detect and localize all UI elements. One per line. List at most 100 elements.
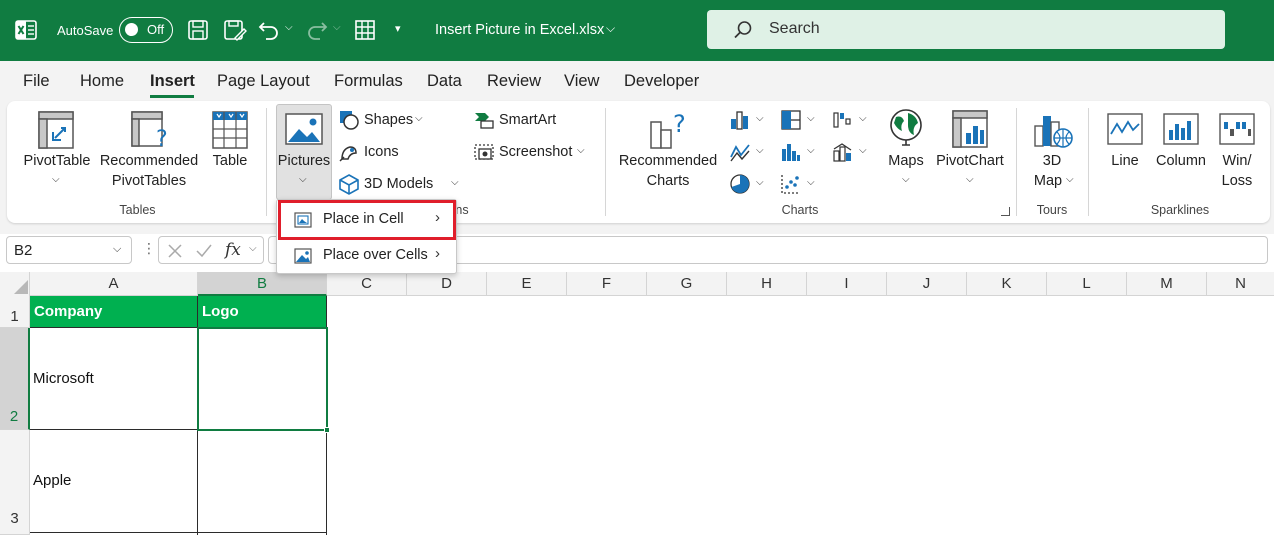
shapes-label[interactable]: Shapes [364, 110, 413, 130]
maps-icon[interactable] [888, 107, 924, 147]
column-header-n[interactable]: N [1207, 272, 1274, 296]
cell-b1[interactable]: Logo [198, 296, 327, 328]
sparkline-winloss-label-2[interactable]: Loss [1214, 171, 1260, 191]
sparkline-line-icon[interactable] [1106, 112, 1144, 146]
save-icon[interactable] [187, 19, 209, 41]
column-header-m[interactable]: M [1127, 272, 1207, 296]
column-header-e[interactable]: E [487, 272, 567, 296]
tab-page-layout[interactable]: Page Layout [217, 72, 310, 91]
column-header-l[interactable]: L [1047, 272, 1127, 296]
undo-icon[interactable] [258, 19, 280, 41]
undo-chevron-icon[interactable]: ⌵ [285, 22, 293, 33]
screenshot-label[interactable]: Screenshot [499, 142, 572, 162]
line-chart-chevron-icon[interactable]: ⌵ [756, 145, 764, 156]
cell-a1[interactable]: Company [30, 296, 198, 328]
column-header-g[interactable]: G [647, 272, 727, 296]
waterfall-chart-chevron-icon[interactable]: ⌵ [859, 113, 867, 124]
recommended-charts-icon[interactable]: ? [649, 108, 691, 150]
pivottable-icon[interactable] [37, 110, 75, 150]
column-header-d[interactable]: D [407, 272, 487, 296]
file-name[interactable]: Insert Picture in Excel.xlsx [435, 22, 604, 38]
pie-chart-chevron-icon[interactable]: ⌵ [756, 177, 764, 188]
enter-icon[interactable] [195, 243, 213, 259]
combo-chart-chevron-icon[interactable]: ⌵ [859, 145, 867, 156]
tab-review[interactable]: Review [487, 72, 541, 91]
recommended-charts-label-1[interactable]: Recommended [614, 151, 722, 171]
cancel-icon[interactable] [167, 243, 183, 259]
column-header-c[interactable]: C [327, 272, 407, 296]
3d-map-icon[interactable] [1033, 108, 1075, 150]
statistic-chart-chevron-icon[interactable]: ⌵ [807, 145, 815, 156]
cell-b3[interactable] [198, 430, 327, 535]
cell-a2[interactable]: Microsoft [30, 328, 198, 430]
column-header-b[interactable]: B [198, 272, 327, 296]
tab-data[interactable]: Data [427, 72, 462, 91]
pivotchart-label[interactable]: PivotChart [933, 151, 1007, 171]
tab-insert[interactable]: Insert [150, 72, 195, 91]
sparkline-column-icon[interactable] [1162, 112, 1200, 146]
3d-models-label[interactable]: 3D Models [364, 174, 433, 194]
place-over-cells-item[interactable]: Place over Cells › [277, 239, 458, 273]
waterfall-chart-icon[interactable] [832, 109, 854, 131]
3d-models-icon[interactable] [338, 173, 360, 195]
sparkline-column-label[interactable]: Column [1152, 151, 1210, 171]
smartart-icon[interactable] [473, 109, 495, 131]
row-header-1[interactable]: 1 [0, 296, 30, 328]
row-header-2[interactable]: 2 [0, 328, 30, 430]
maps-label[interactable]: Maps [879, 151, 933, 171]
shapes-chevron-icon[interactable]: ⌵ [415, 113, 423, 124]
pie-chart-icon[interactable] [729, 173, 751, 195]
table-icon[interactable] [211, 110, 249, 150]
tab-formulas[interactable]: Formulas [334, 72, 403, 91]
recommended-charts-label-2[interactable]: Charts [614, 171, 722, 191]
statistic-chart-icon[interactable] [780, 141, 802, 163]
drag-handle-icon[interactable]: ⋮ [142, 240, 156, 257]
sparkline-winloss-label-1[interactable]: Win/ [1214, 151, 1260, 171]
redo-icon[interactable] [306, 19, 328, 41]
fx-chevron-icon[interactable]: ⌵ [249, 243, 257, 254]
table-label[interactable]: Table [205, 151, 255, 171]
line-chart-icon[interactable] [729, 141, 751, 163]
sparkline-line-label[interactable]: Line [1100, 151, 1150, 171]
screenshot-icon[interactable] [473, 141, 495, 163]
pivottable-chevron-icon[interactable]: ⌵ [52, 174, 60, 185]
icons-icon[interactable] [338, 141, 360, 163]
column-header-f[interactable]: F [567, 272, 647, 296]
3d-map-label-2[interactable]: Map [1026, 171, 1070, 191]
charts-dialog-launcher-icon[interactable] [1001, 207, 1010, 216]
redo-chevron-icon[interactable]: ⌵ [333, 22, 341, 33]
smartart-label[interactable]: SmartArt [499, 110, 556, 130]
save-as-icon[interactable] [223, 19, 247, 41]
search-box[interactable]: Search [707, 10, 1225, 49]
row-header-3[interactable]: 3 [0, 430, 30, 535]
fill-handle[interactable] [324, 427, 330, 433]
column-header-i[interactable]: I [807, 272, 887, 296]
column-header-k[interactable]: K [967, 272, 1047, 296]
tab-view[interactable]: View [564, 72, 599, 91]
column-chart-icon[interactable] [729, 109, 751, 131]
recommended-pivottables-icon[interactable]: ? [130, 110, 172, 150]
3d-map-chevron-icon[interactable]: ⌵ [1066, 174, 1074, 185]
hierarchy-chart-chevron-icon[interactable]: ⌵ [807, 113, 815, 124]
recommended-pivottables-label-2[interactable]: PivotTables [96, 171, 202, 191]
3d-models-chevron-icon[interactable]: ⌵ [451, 177, 459, 188]
pivottable-label[interactable]: PivotTable [22, 151, 92, 171]
table-grid-icon[interactable] [354, 19, 376, 41]
column-header-h[interactable]: H [727, 272, 807, 296]
scatter-chart-chevron-icon[interactable]: ⌵ [807, 177, 815, 188]
sparkline-winloss-icon[interactable] [1218, 112, 1256, 146]
select-all-corner[interactable] [0, 272, 30, 296]
cell-a3[interactable]: Apple [30, 430, 198, 535]
name-box[interactable]: B2 ⌵ [6, 236, 132, 264]
pivotchart-icon[interactable] [951, 109, 989, 149]
hierarchy-chart-icon[interactable] [780, 109, 802, 131]
scatter-chart-icon[interactable] [780, 173, 802, 195]
column-chart-chevron-icon[interactable]: ⌵ [756, 113, 764, 124]
combo-chart-icon[interactable] [832, 141, 854, 163]
filename-chevron-icon[interactable]: ⌵ [606, 21, 615, 36]
tab-developer[interactable]: Developer [624, 72, 699, 91]
recommended-pivottables-label-1[interactable]: Recommended [96, 151, 202, 171]
shapes-icon[interactable] [338, 109, 360, 131]
screenshot-chevron-icon[interactable]: ⌵ [577, 145, 585, 156]
autosave-toggle[interactable]: Off [119, 17, 173, 43]
